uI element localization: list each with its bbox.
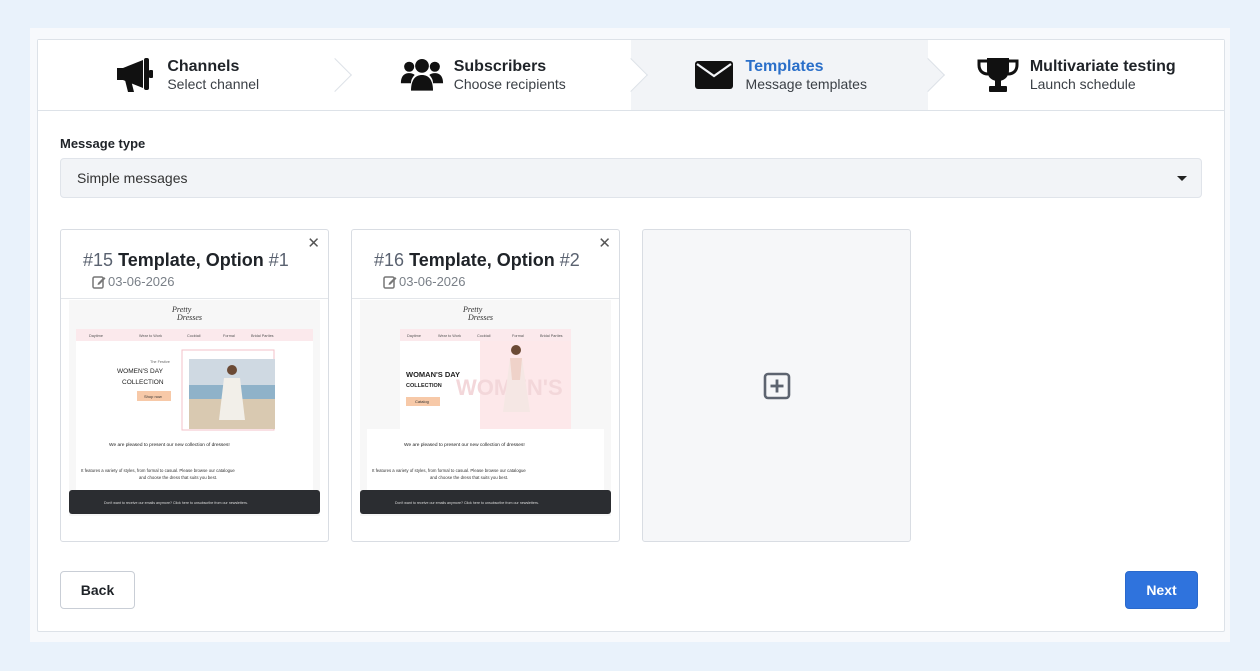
preview-menu-1: Daytime bbox=[89, 334, 103, 338]
close-icon[interactable]: ✕ bbox=[598, 234, 611, 252]
preview-logo-sub: Dresses bbox=[176, 313, 202, 322]
step-subtitle: Message templates bbox=[745, 75, 867, 92]
preview-body: It features a variety of styles, from fo… bbox=[81, 468, 235, 473]
template-number: #16 bbox=[374, 250, 405, 270]
campaign-wizard-panel: Channels Select channel Subscribers Choo… bbox=[37, 39, 1225, 632]
preview-logo-sub: Dresses bbox=[467, 313, 493, 322]
edit-icon bbox=[92, 275, 106, 289]
template-option: #1 bbox=[268, 250, 289, 270]
preview-footer: Don't want to receive our emails anymore… bbox=[395, 501, 539, 505]
preview-intro: We are pleased to present our new collec… bbox=[404, 442, 525, 448]
template-title: #15 Template, Option #1 bbox=[83, 250, 328, 271]
preview-headline-2: COLLECTION bbox=[122, 379, 164, 386]
message-type-select[interactable]: Simple messages bbox=[60, 158, 1202, 198]
back-button[interactable]: Back bbox=[60, 571, 135, 609]
preview-headline: WOMEN'S DAY bbox=[117, 368, 164, 375]
preview-kicker: The Festive bbox=[150, 360, 170, 364]
template-name: Template, Option bbox=[118, 250, 264, 270]
message-type-value: Simple messages bbox=[77, 170, 188, 186]
preview-intro: We are pleased to present our new collec… bbox=[109, 442, 230, 448]
step-multivariate-testing[interactable]: Multivariate testing Launch schedule bbox=[927, 40, 1224, 110]
step-subtitle: Select channel bbox=[167, 75, 260, 92]
template-name: Template, Option bbox=[409, 250, 555, 270]
step-subtitle: Choose recipients bbox=[453, 75, 566, 92]
preview-body-2: and choose the dress that suits you best… bbox=[139, 475, 217, 480]
template-card-header: #15 Template, Option #1 03-06-2026 ✕ bbox=[61, 230, 328, 299]
preview-body: It features a variety of styles, from fo… bbox=[372, 468, 526, 473]
step-channels[interactable]: Channels Select channel bbox=[38, 40, 352, 110]
envelope-icon bbox=[692, 55, 736, 95]
preview-body-2: and choose the dress that suits you best… bbox=[430, 475, 508, 480]
edit-icon bbox=[383, 275, 397, 289]
template-date-row: 03-06-2026 bbox=[92, 274, 328, 289]
preview-menu-1: Daytime bbox=[407, 334, 421, 338]
caret-down-icon bbox=[1177, 176, 1187, 181]
step-title: Multivariate testing bbox=[1029, 57, 1176, 75]
preview-menu-2: Wear to Work bbox=[139, 334, 162, 338]
preview-cta: Catalog bbox=[415, 399, 429, 404]
template-date: 03-06-2026 bbox=[108, 274, 175, 289]
preview-footer: Don't want to receive our emails anymore… bbox=[104, 501, 248, 505]
step-title: Subscribers bbox=[453, 57, 547, 75]
preview-cta: Shop now bbox=[144, 394, 162, 399]
template-option: #2 bbox=[559, 250, 580, 270]
template-card-header: #16 Template, Option #2 03-06-2026 ✕ bbox=[352, 230, 619, 299]
next-button[interactable]: Next bbox=[1125, 571, 1198, 609]
template-date: 03-06-2026 bbox=[399, 274, 466, 289]
preview-headline: WOMAN'S DAY bbox=[406, 370, 460, 379]
template-preview[interactable]: Pretty Dresses Daytime Wear to Work Cock… bbox=[69, 300, 320, 516]
plus-square-icon bbox=[763, 372, 790, 399]
preview-menu-5: Bridal Parties bbox=[251, 334, 274, 338]
template-card[interactable]: #16 Template, Option #2 03-06-2026 ✕ Pre… bbox=[351, 229, 620, 542]
preview-menu-3: Cocktail bbox=[187, 334, 201, 338]
step-templates[interactable]: Templates Message templates bbox=[631, 40, 945, 110]
message-type-label: Message type bbox=[60, 136, 146, 151]
preview-menu-4: Formal bbox=[223, 334, 235, 338]
preview-menu-4: Formal bbox=[512, 334, 524, 338]
preview-menu-2: Wear to Work bbox=[438, 334, 461, 338]
template-preview[interactable]: Pretty Dresses Daytime Wear to Work Cock… bbox=[360, 300, 611, 516]
trophy-icon bbox=[976, 55, 1020, 95]
users-icon bbox=[400, 55, 444, 95]
step-title: Templates bbox=[745, 57, 824, 75]
preview-menu-5: Bridal Parties bbox=[540, 334, 563, 338]
template-card[interactable]: #15 Template, Option #1 03-06-2026 ✕ Pre… bbox=[60, 229, 329, 542]
step-title: Channels bbox=[167, 57, 240, 75]
step-subtitle: Launch schedule bbox=[1029, 75, 1136, 92]
wizard-steps: Channels Select channel Subscribers Choo… bbox=[38, 40, 1224, 111]
step-subscribers[interactable]: Subscribers Choose recipients bbox=[334, 40, 648, 110]
template-date-row: 03-06-2026 bbox=[383, 274, 619, 289]
close-icon[interactable]: ✕ bbox=[307, 234, 320, 252]
add-template-card[interactable] bbox=[642, 229, 911, 542]
preview-menu-3: Cocktail bbox=[477, 334, 491, 338]
template-title: #16 Template, Option #2 bbox=[374, 250, 619, 271]
preview-headline-2: COLLECTION bbox=[406, 383, 442, 389]
template-number: #15 bbox=[83, 250, 114, 270]
megaphone-icon bbox=[113, 55, 157, 95]
